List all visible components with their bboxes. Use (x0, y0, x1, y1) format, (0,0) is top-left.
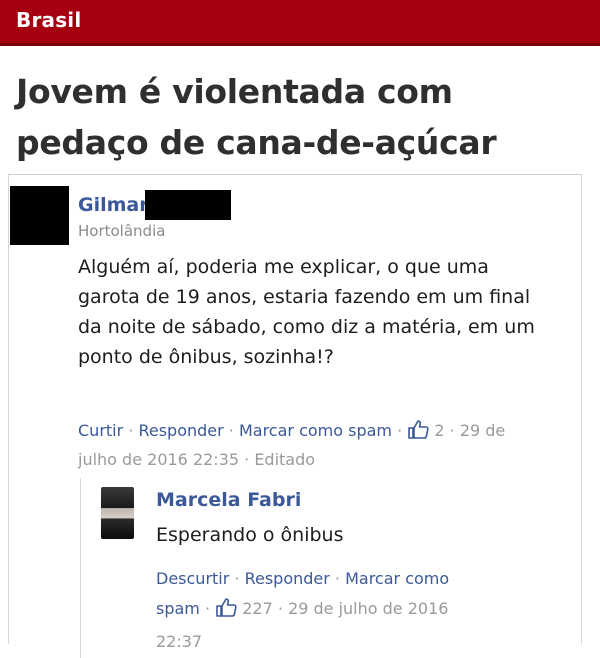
reply-like-count: 227 (242, 599, 273, 618)
like-link[interactable]: Curtir (78, 421, 123, 440)
article-title: Jovem é violentada com pedaço de cana-de… (16, 72, 497, 162)
like-count: 2 (434, 421, 445, 440)
comment-author-location: Hortolândia (78, 222, 166, 240)
reply-timestamp[interactable]: 29 de julho de 2016 22:37 (156, 599, 448, 651)
reply-actions: Descurtir · Responder · Marcar como spam… (156, 569, 450, 651)
unlike-link[interactable]: Descurtir (156, 569, 229, 588)
reply-author-name[interactable]: Marcela Fabri (156, 489, 301, 511)
avatar-redacted (10, 186, 69, 245)
comment-author-name[interactable]: Gilmar (78, 194, 149, 216)
mark-spam-link[interactable]: Marcar como spam (239, 421, 392, 440)
section-header-bar: Brasil (0, 0, 600, 46)
thumbs-up-icon[interactable] (407, 419, 429, 447)
reply-avatar[interactable] (101, 487, 134, 539)
name-redaction-bar (145, 190, 231, 220)
edited-label: Editado (254, 450, 316, 469)
thumbs-up-icon[interactable] (215, 597, 237, 627)
comment-actions: Curtir · Responder · Marcar como spam · … (78, 419, 506, 469)
section-label[interactable]: Brasil (16, 8, 81, 32)
reply-link[interactable]: Responder (138, 421, 223, 440)
reply-text: Esperando o ônibus (156, 524, 344, 546)
reply-reply-link[interactable]: Responder (245, 569, 330, 588)
comment-text: Alguém aí, poderia me explicar, o que um… (78, 256, 535, 368)
